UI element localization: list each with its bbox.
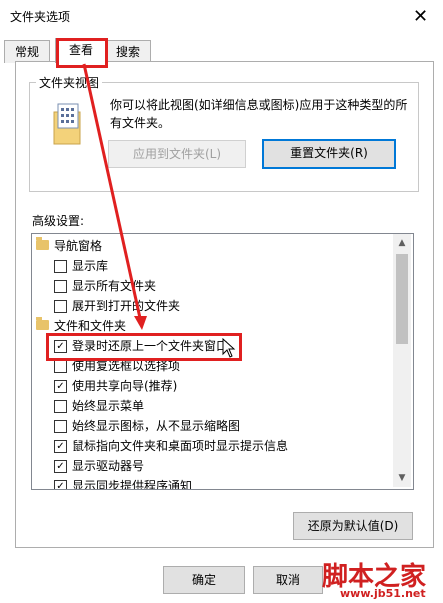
highlight-arrow bbox=[82, 63, 147, 330]
watermark-url: www.jb51.net bbox=[340, 587, 426, 600]
mouse-cursor-icon bbox=[222, 338, 236, 358]
